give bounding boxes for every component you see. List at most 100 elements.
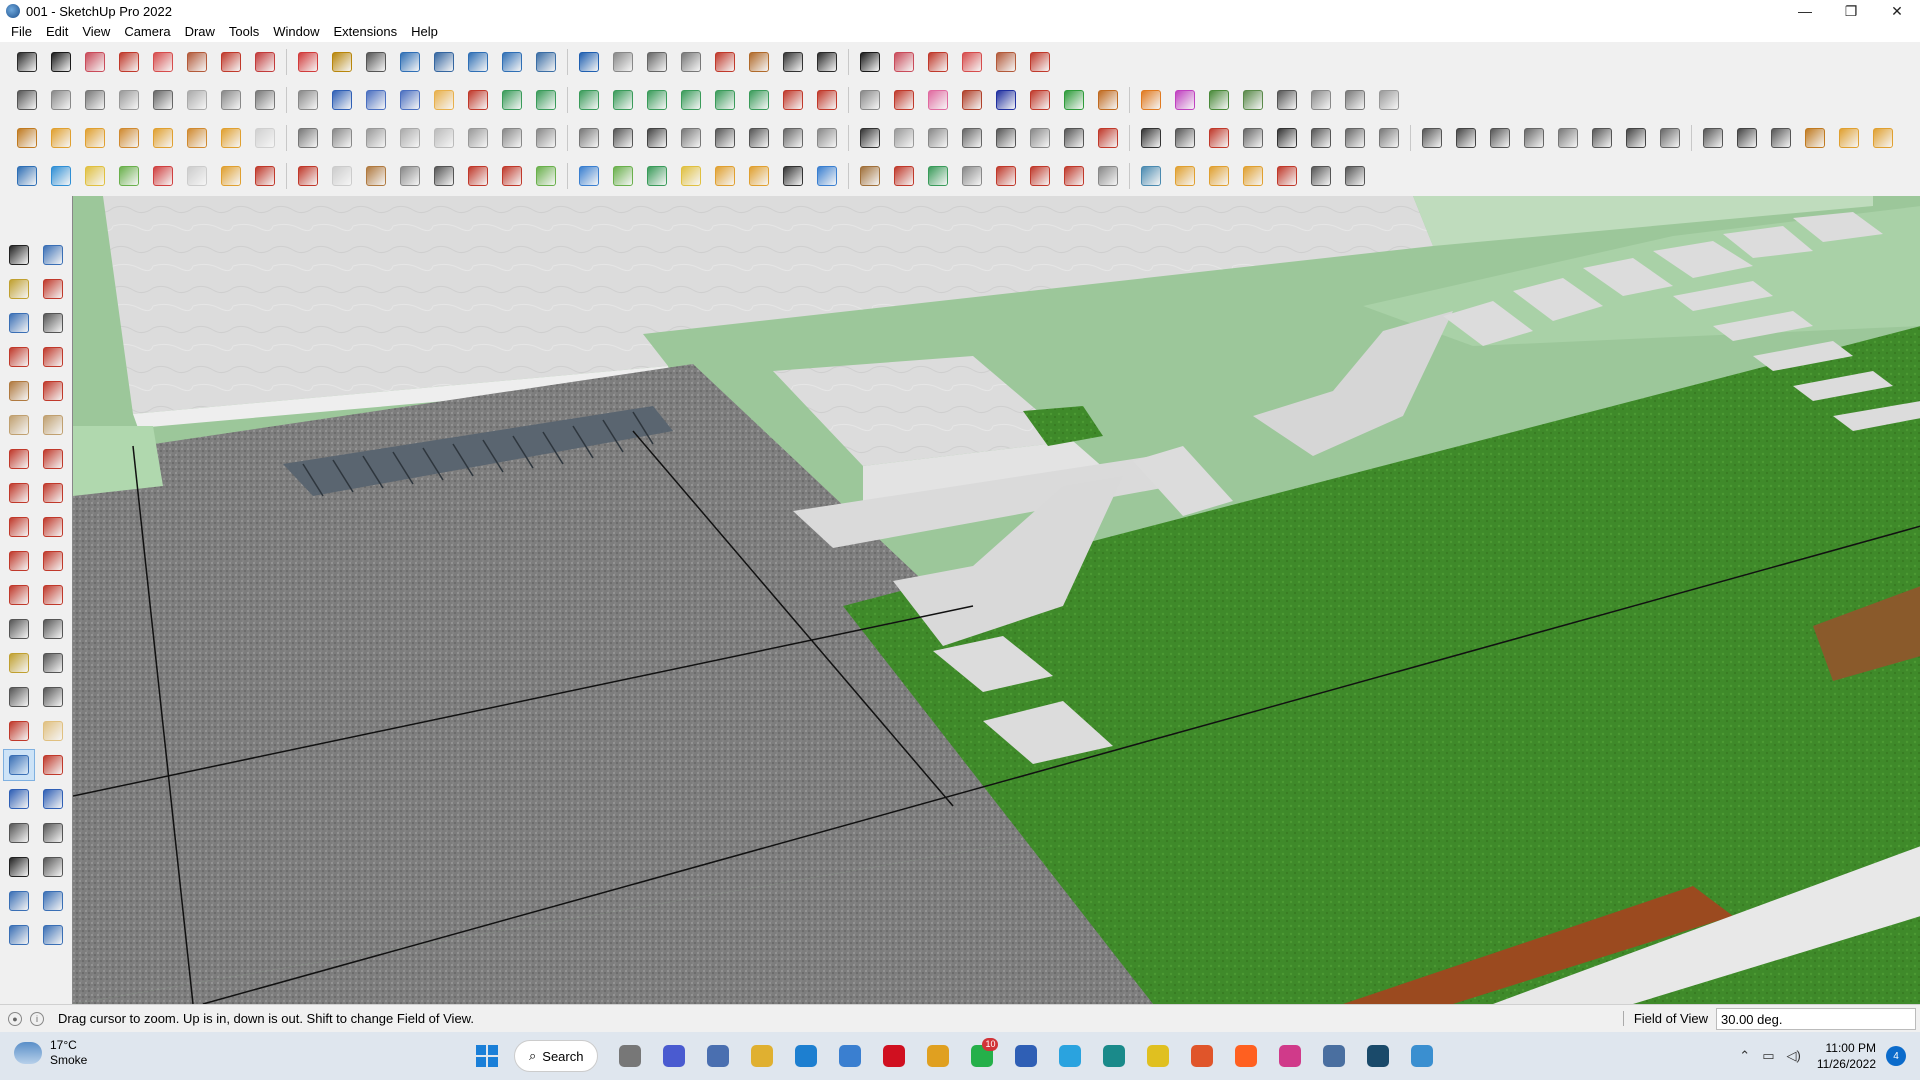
toolbar-button[interactable] xyxy=(1272,161,1302,191)
toolbar-button[interactable] xyxy=(991,85,1021,115)
menu-draw[interactable]: Draw xyxy=(178,22,222,42)
toolbar-button[interactable] xyxy=(216,47,246,77)
toolbar-button[interactable] xyxy=(114,123,144,153)
network-icon[interactable]: ▭ xyxy=(1762,1048,1774,1064)
large-tool-button[interactable] xyxy=(4,580,34,610)
toolbar-button[interactable] xyxy=(46,85,76,115)
toolbar-button[interactable] xyxy=(12,123,42,153)
menu-tools[interactable]: Tools xyxy=(222,22,266,42)
large-tool-button[interactable] xyxy=(4,886,34,916)
large-tool-button[interactable] xyxy=(4,410,34,440)
taskbar-app[interactable] xyxy=(1140,1038,1176,1074)
toolbar-button[interactable] xyxy=(293,161,323,191)
toolbar-button[interactable] xyxy=(531,85,561,115)
toolbar-button[interactable] xyxy=(429,85,459,115)
toolbar-button[interactable] xyxy=(327,47,357,77)
taskbar-app[interactable] xyxy=(700,1038,736,1074)
toolbar-button[interactable] xyxy=(1340,123,1370,153)
toolbar-button[interactable] xyxy=(1485,123,1515,153)
toolbar-button[interactable] xyxy=(991,161,1021,191)
menu-view[interactable]: View xyxy=(75,22,117,42)
toolbar-button[interactable] xyxy=(1272,85,1302,115)
toolbar-button[interactable] xyxy=(361,161,391,191)
taskbar-app[interactable] xyxy=(1008,1038,1044,1074)
toolbar-button[interactable] xyxy=(676,123,706,153)
measurements-input[interactable]: 30.00 deg. xyxy=(1716,1008,1916,1030)
toolbar-button[interactable] xyxy=(1025,85,1055,115)
toolbar-button[interactable] xyxy=(574,123,604,153)
large-tool-button[interactable] xyxy=(38,308,68,338)
toolbar-button[interactable] xyxy=(991,47,1021,77)
toolbar-button[interactable] xyxy=(1059,123,1089,153)
toolbar-button[interactable] xyxy=(855,47,885,77)
toolbar-button[interactable] xyxy=(12,85,42,115)
toolbar-button[interactable] xyxy=(182,85,212,115)
toolbar-button[interactable] xyxy=(216,85,246,115)
large-tool-button[interactable] xyxy=(4,682,34,712)
toolbar-button[interactable] xyxy=(855,161,885,191)
toolbar-button[interactable] xyxy=(463,161,493,191)
toolbar-button[interactable] xyxy=(1170,123,1200,153)
volume-icon[interactable]: ◁) xyxy=(1787,1048,1801,1064)
model-viewport[interactable] xyxy=(72,196,1920,1004)
large-tool-button[interactable] xyxy=(38,716,68,746)
large-tool-button[interactable] xyxy=(38,784,68,814)
large-tool-button[interactable] xyxy=(4,376,34,406)
large-tool-button[interactable] xyxy=(38,444,68,474)
toolbar-button[interactable] xyxy=(148,123,178,153)
toolbar-button[interactable] xyxy=(293,85,323,115)
toolbar-button[interactable] xyxy=(642,123,672,153)
toolbar-button[interactable] xyxy=(463,85,493,115)
toolbar-button[interactable] xyxy=(1868,123,1898,153)
large-tool-button[interactable] xyxy=(38,648,68,678)
toolbar-button[interactable] xyxy=(889,85,919,115)
toolbar-button[interactable] xyxy=(250,161,280,191)
toolbar-button[interactable] xyxy=(182,161,212,191)
chevron-up-icon[interactable]: ⌃ xyxy=(1739,1048,1750,1064)
toolbar-button[interactable] xyxy=(148,47,178,77)
toolbar-button[interactable] xyxy=(778,161,808,191)
taskbar-app[interactable]: 10 xyxy=(964,1038,1000,1074)
toolbar-button[interactable] xyxy=(889,47,919,77)
toolbar-button[interactable] xyxy=(216,123,246,153)
geo-location-icon[interactable]: ● xyxy=(8,1011,22,1026)
toolbar-button[interactable] xyxy=(957,161,987,191)
large-tool-button[interactable] xyxy=(4,240,34,270)
toolbar-button[interactable] xyxy=(216,161,246,191)
toolbar-button[interactable] xyxy=(114,47,144,77)
toolbar-button[interactable] xyxy=(497,47,527,77)
toolbar-button[interactable] xyxy=(114,161,144,191)
info-icon[interactable]: i xyxy=(30,1011,44,1026)
toolbar-button[interactable] xyxy=(744,123,774,153)
large-tool-button[interactable] xyxy=(38,614,68,644)
large-tool-button[interactable] xyxy=(38,478,68,508)
taskbar-app[interactable] xyxy=(612,1038,648,1074)
toolbar-button[interactable] xyxy=(463,123,493,153)
menu-extensions[interactable]: Extensions xyxy=(327,22,405,42)
toolbar-button[interactable] xyxy=(1272,123,1302,153)
large-tool-button[interactable] xyxy=(38,546,68,576)
taskbar-app[interactable] xyxy=(1360,1038,1396,1074)
toolbar-button[interactable] xyxy=(1553,123,1583,153)
toolbar-button[interactable] xyxy=(12,47,42,77)
toolbar-button[interactable] xyxy=(1025,161,1055,191)
toolbar-button[interactable] xyxy=(327,123,357,153)
toolbar-button[interactable] xyxy=(923,161,953,191)
large-tool-button[interactable] xyxy=(4,444,34,474)
toolbar-button[interactable] xyxy=(1417,123,1447,153)
minimize-button[interactable]: — xyxy=(1782,0,1828,22)
toolbar-button[interactable] xyxy=(1238,85,1268,115)
toolbar-button[interactable] xyxy=(1766,123,1796,153)
toolbar-button[interactable] xyxy=(1834,123,1864,153)
large-tool-button[interactable] xyxy=(4,716,34,746)
toolbar-button[interactable] xyxy=(361,85,391,115)
large-tool-button[interactable] xyxy=(4,784,34,814)
toolbar-button[interactable] xyxy=(1093,85,1123,115)
taskbar-app[interactable] xyxy=(744,1038,780,1074)
toolbar-button[interactable] xyxy=(923,123,953,153)
toolbar-button[interactable] xyxy=(395,123,425,153)
toolbar-button[interactable] xyxy=(957,47,987,77)
toolbar-button[interactable] xyxy=(46,123,76,153)
toolbar-button[interactable] xyxy=(250,85,280,115)
toolbar-button[interactable] xyxy=(812,47,842,77)
